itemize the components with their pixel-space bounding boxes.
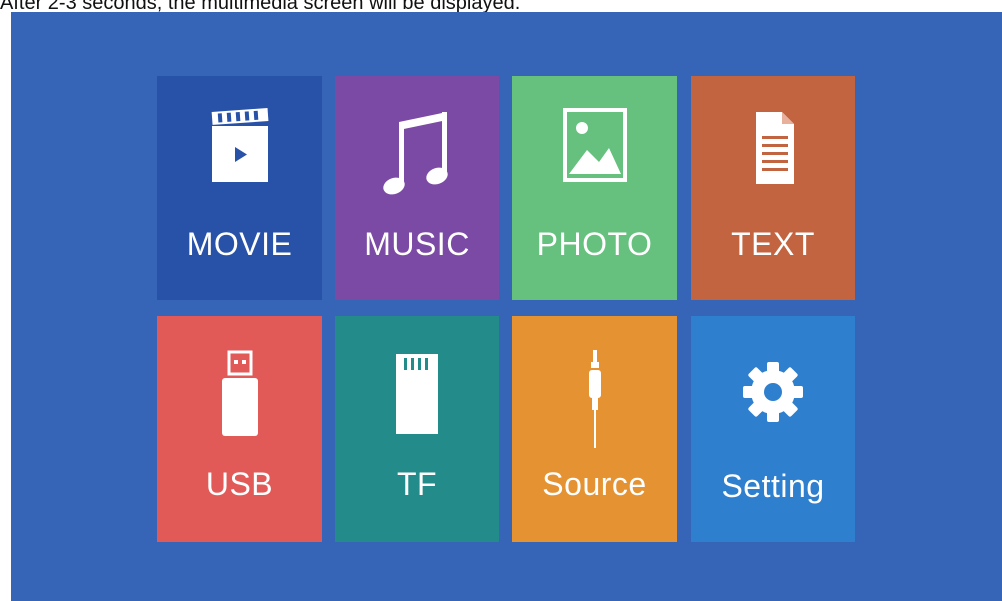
- tile-photo[interactable]: PHOTO: [512, 76, 677, 300]
- tile-label: MOVIE: [186, 226, 293, 262]
- tile-label: Source: [542, 466, 647, 502]
- tile-label: PHOTO: [536, 226, 653, 262]
- document-icon: [691, 104, 855, 188]
- tile-text[interactable]: TEXT: [691, 76, 855, 300]
- tile-label: MUSIC: [364, 226, 470, 262]
- movie-clapper-icon: [157, 104, 322, 188]
- tile-label: Setting: [721, 468, 825, 504]
- tile-label: TF: [396, 466, 438, 502]
- sd-card-icon: [335, 344, 499, 444]
- usb-drive-icon: [157, 344, 322, 444]
- tile-tf[interactable]: TF: [335, 316, 499, 542]
- tile-source[interactable]: Source: [512, 316, 677, 542]
- tile-music[interactable]: MUSIC: [335, 76, 499, 300]
- multimedia-screen: MOVIE MUSIC PHOTO TEXT USB TF Source Set…: [11, 12, 1002, 601]
- music-note-icon: [335, 104, 499, 204]
- tile-label: TEXT: [731, 226, 815, 262]
- audio-jack-icon: [512, 344, 677, 454]
- tile-usb[interactable]: USB: [157, 316, 322, 542]
- tile-setting[interactable]: Setting: [691, 316, 855, 542]
- photo-icon: [512, 104, 677, 188]
- tile-label: USB: [205, 466, 274, 502]
- gear-icon: [691, 352, 855, 432]
- tile-movie[interactable]: MOVIE: [157, 76, 322, 300]
